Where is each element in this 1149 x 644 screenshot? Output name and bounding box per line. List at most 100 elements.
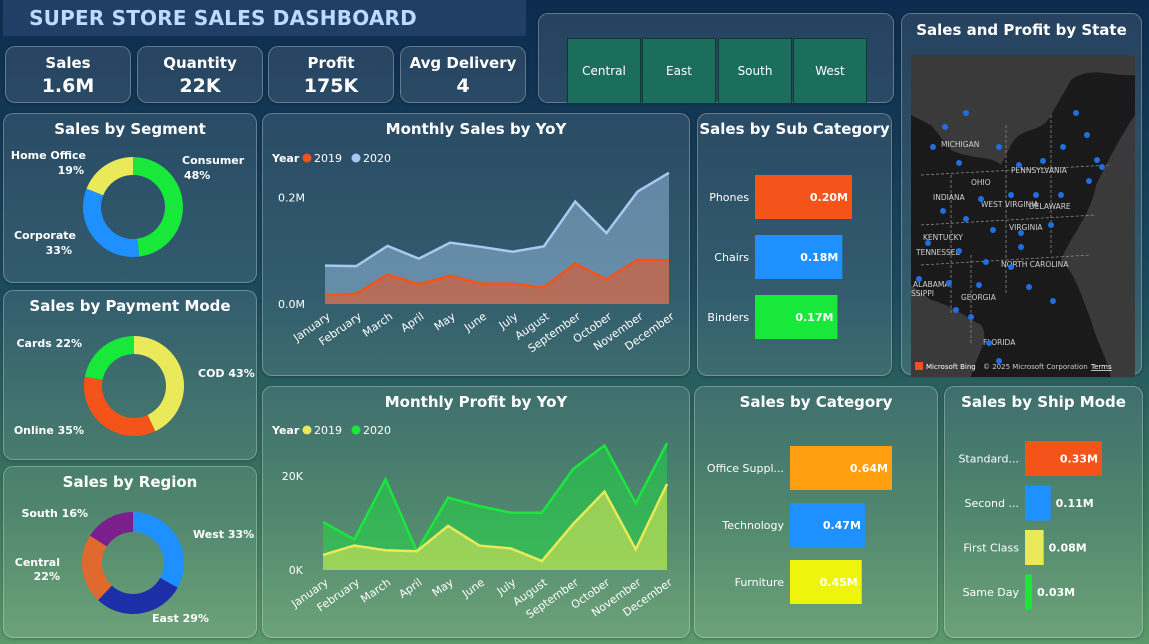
bar-first-class [1025,530,1044,565]
bar-value-label: 0.18M [800,251,838,264]
category-bar-chart: Office Suppl... 0.64M Technology 0.47M Furni… [707,446,892,604]
region-slicer: Central East South West [538,13,894,104]
monthly-profit-area-chart: Year 2019 20200K20KJanuaryFebruaryMarch Apr… [271,424,675,621]
state-sales-dot [1033,192,1039,198]
state-sales-dot [963,110,969,116]
legend-label: 2020 [363,424,391,437]
state-sales-dot [1058,192,1064,198]
state-sales-dot [1099,164,1105,170]
bar-category-label: Standard... [958,453,1019,466]
kpi-value: 22K [179,75,221,97]
bar-value-label: 0.20M [810,191,848,204]
state-map[interactable]: MICHIGAN OHIO PENNSYLVANIA INDIANA WEST VIRG… [911,55,1135,377]
bar-value-label: 0.47M [823,519,861,532]
bar-same-day [1025,574,1032,610]
state-sales-dot [986,340,992,346]
region-button-south[interactable]: South [718,38,792,104]
map-title: Sales and Profit by State [916,21,1127,39]
y-tick-label: 20K [282,470,304,483]
bar-category-label: Furniture [735,576,785,589]
map-terms-link[interactable]: Terms [1090,363,1112,371]
bar-category-label: Technology [721,519,784,532]
state-label: MICHIGAN [941,140,979,149]
x-tick-label: March [358,576,393,606]
kpi-value: 1.6M [41,75,95,97]
legend-marker [302,425,312,435]
x-tick-label: May [430,576,456,600]
region-button-east[interactable]: East [642,38,716,104]
donut-label: 33% [46,244,72,257]
state-label: GEORGIA [961,293,997,302]
state-sales-dot [1060,144,1066,150]
donut-label: Home Office [11,149,86,162]
kpi-value: 175K [303,75,359,97]
legend-title: Year [271,424,300,437]
state-sales-dot [1086,178,1092,184]
state-sales-dot [940,208,946,214]
segment-card: Sales by Segment Consumer 48% Corporate 33%… [3,113,257,283]
legend-label: 2019 [314,152,342,165]
state-sales-dot [978,196,984,202]
donut-label: 22% [34,570,60,583]
bar-value-label: 0.11M [1056,497,1094,510]
region-button-west[interactable]: West [793,38,867,104]
monthly-sales-area-chart: Year 2019 20200.0M0.2MJanuaryFebruaryMarch… [271,152,677,355]
bar-category-label: First Class [963,542,1019,555]
state-sales-dot [968,314,974,320]
donut-slice-corporate [82,188,140,257]
donut-slice-cod [134,336,184,432]
state-label: TENNESSEE [915,248,961,257]
legend-marker [351,425,361,435]
region-donut-chart: West 33% East 29% Central22% South 16% [15,507,254,625]
kpi-label: Avg Delivery [409,54,517,72]
state-sales-dot [996,144,1002,150]
donut-label: Central [15,556,60,569]
kpi-value: 4 [456,75,470,97]
donut-slice-online [84,376,156,436]
state-sales-dot [1008,264,1014,270]
bar-category-label: Same Day [963,586,1020,599]
state-sales-dot [956,248,962,254]
state-sales-dot [1048,222,1054,228]
state-sales-dot [976,282,982,288]
kpi-label: Profit [307,54,355,72]
x-tick-label: April [396,576,424,601]
map-attribution: © 2025 Microsoft Corporation [983,363,1088,371]
donut-slice-west [133,512,184,588]
donut-label: Corporate [14,229,76,242]
state-label: DELAWARE [1029,202,1071,211]
x-tick-label: May [432,310,458,334]
state-sales-dot [953,307,959,313]
map-card: Sales and Profit by State MICHIGAN OHIO PE… [901,13,1142,377]
region-button-central[interactable]: Central [567,38,641,104]
donut-slice-consumer [133,157,183,257]
state-sales-dot [1094,157,1100,163]
segment-donut-chart: Consumer 48% Corporate 33% Home Office 19% [11,149,245,257]
state-label: INDIANA [933,193,966,202]
bar-value-label: 0.17M [795,311,833,324]
state-sales-dot [1008,192,1014,198]
ship-mode-bar-chart: Standard... 0.33M Second ... 0.11M First Cla… [958,441,1102,610]
donut-label: Consumer [182,154,245,167]
state-sales-dot [942,124,948,130]
category-card: Sales by Category Office Suppl... 0.64M Te… [694,386,938,638]
state-sales-dot [1050,298,1056,304]
bar-category-label: Second ... [965,497,1019,510]
state-sales-dot [916,276,922,282]
kpi-card-profit: Profit 175K [268,46,394,103]
bar-value-label: 0.33M [1060,453,1098,466]
bing-logo-icon [915,362,923,370]
state-label: SSIPPI [911,289,934,298]
state-sales-dot [1026,284,1032,290]
legend-title: Year [271,152,300,165]
donut-label: South 16% [21,507,88,520]
y-tick-label: 0K [289,564,304,577]
donut-label: Cards 22% [16,337,82,350]
state-sales-dot [1018,244,1024,250]
state-sales-dot [946,280,952,286]
kpi-card-sales: Sales 1.6M [5,46,131,103]
kpi-label: Quantity [163,54,237,72]
x-tick-label: June [459,576,487,601]
legend-label: 2020 [363,152,391,165]
state-sales-dot [990,227,996,233]
